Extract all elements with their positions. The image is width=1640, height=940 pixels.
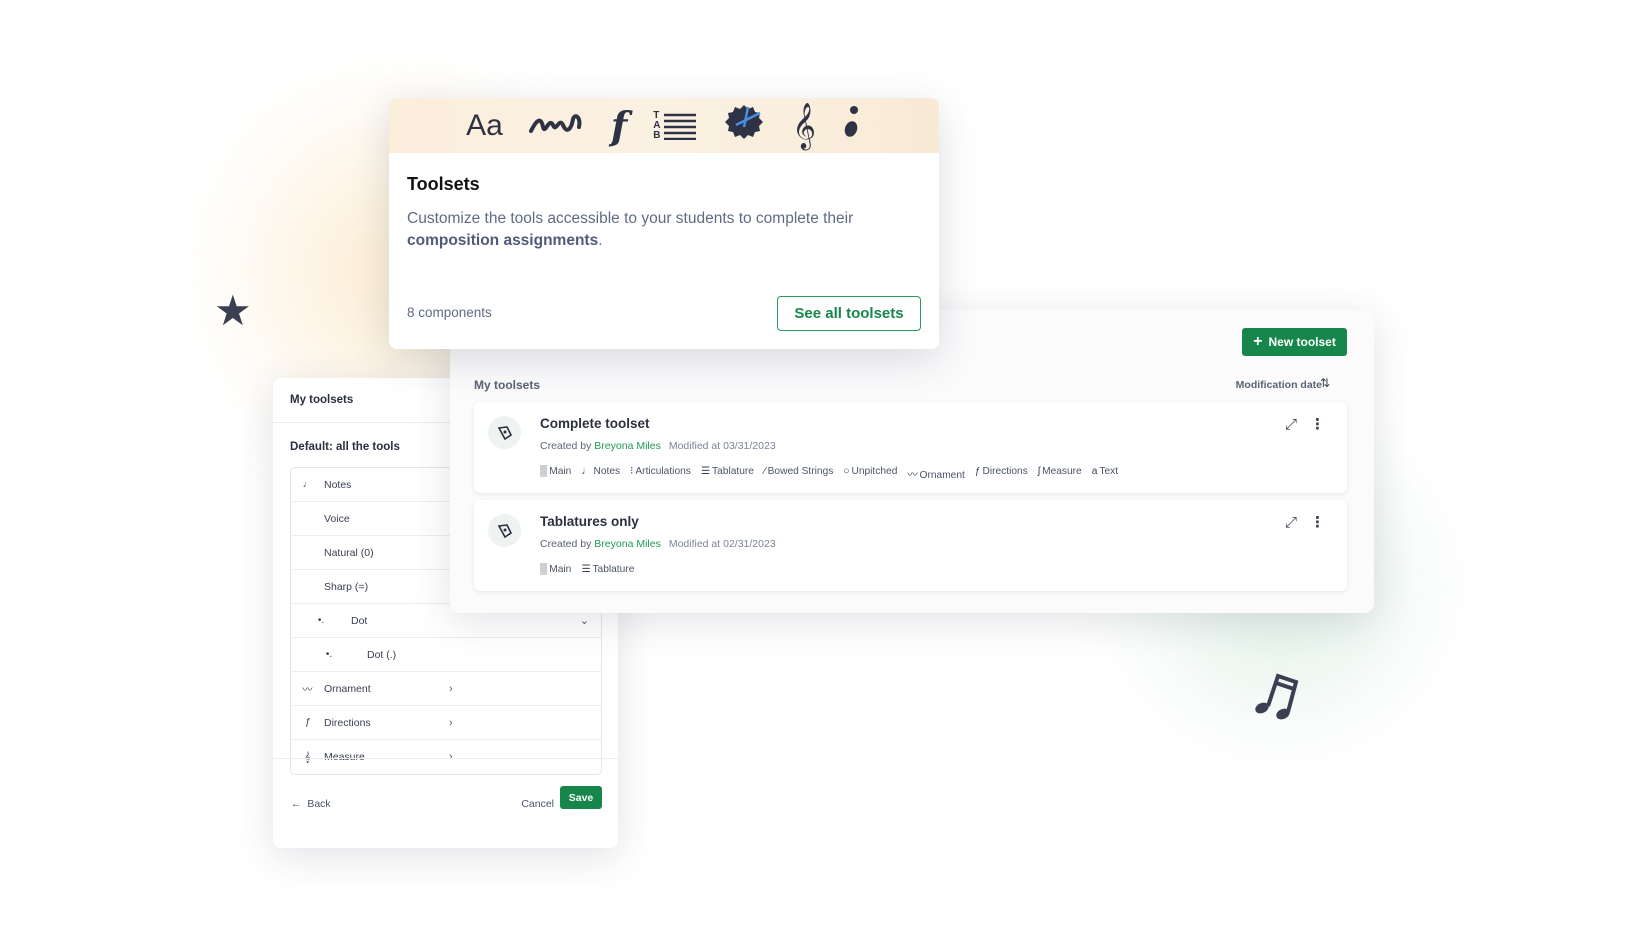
tag: ☰ Tablature	[581, 564, 635, 575]
tablature-icon: ☰	[581, 564, 591, 575]
dot-icon: •.	[325, 649, 333, 660]
row-label: Directions	[324, 716, 371, 729]
toolset-meta: Created by Breyona Miles Modified at 02/3…	[540, 538, 776, 550]
tablature-icon: TAB	[653, 109, 697, 141]
measure-icon: ʃ	[1037, 466, 1041, 477]
section-label: My toolsets	[474, 378, 541, 392]
more-options-icon[interactable]: ⋮	[1310, 415, 1325, 433]
ornament-icon	[528, 109, 585, 142]
sort-icon[interactable]: ⇅	[1320, 376, 1330, 390]
toolset-card[interactable]: Complete toolset Created by Breyona Mile…	[474, 402, 1347, 493]
bowed-strings-icon: ⁄	[763, 466, 766, 477]
tool-row-dot-option[interactable]: •. Dot (.)	[291, 638, 601, 672]
tool-row-directions[interactable]: ƒ Directions ›	[291, 706, 601, 740]
tag-list: ▒ Main ☰ Tablature	[540, 564, 634, 575]
star-icon: ★	[214, 287, 252, 334]
more-options-icon[interactable]: ⋮	[1310, 513, 1325, 531]
tag-list: ▒ Main ♩ Notes ⁝ Articulations ☰ Tablature ⁄…	[540, 466, 1118, 481]
author-link[interactable]: Breyona Miles	[594, 538, 661, 550]
row-label: Sharp (=)	[324, 580, 369, 593]
modified-date: Modified at 02/31/2023	[668, 538, 776, 550]
tag: ƒ Directions	[974, 466, 1028, 477]
row-label: Dot	[351, 614, 368, 627]
arrow-left-icon: ←	[291, 798, 302, 810]
articulation-icon	[842, 105, 862, 146]
row-label: Ornament	[324, 682, 371, 695]
tag: 〰 Ornament	[907, 470, 965, 481]
directions-icon: ƒ	[974, 466, 981, 477]
sort-dropdown[interactable]: Modification date	[1236, 379, 1322, 391]
expand-icon[interactable]: ⤢	[1285, 416, 1297, 433]
save-button[interactable]: Save	[560, 786, 602, 809]
toolsets-panel: + New toolset My toolsets Modification da…	[450, 310, 1374, 613]
unpitched-icon: ○	[843, 466, 850, 477]
row-label: Notes	[324, 478, 352, 491]
author-link[interactable]: Breyona Miles	[594, 440, 661, 452]
tag: ♩ Notes	[581, 466, 621, 477]
pen-nib-icon	[488, 514, 521, 547]
ornament-icon: 〰	[907, 470, 918, 481]
back-label: Back	[307, 798, 331, 810]
tag: ʃ Measure	[1037, 466, 1082, 477]
row-label: Natural (0)	[324, 546, 374, 559]
music-notes-icon	[1250, 668, 1304, 727]
forte-icon: f	[610, 102, 628, 148]
card-description: Customize the tools accessible to your s…	[407, 210, 854, 249]
tool-row-ornament[interactable]: 〰 Ornament ›	[291, 672, 601, 706]
row-label: Dot (.)	[367, 648, 397, 661]
main-icon: ▒	[540, 564, 548, 575]
notes-icon: ♩	[581, 466, 592, 477]
toolset-name: Tablatures only	[540, 514, 639, 529]
tag: ☰ Tablature	[700, 466, 754, 477]
component-count: 8 components	[407, 305, 492, 320]
tablature-icon: ☰	[700, 466, 711, 477]
unpitched-icon	[722, 101, 766, 150]
text-icon: Aa	[466, 108, 503, 142]
tag: ▒ Main	[540, 466, 572, 477]
directions-icon: ƒ	[304, 717, 311, 728]
created-by-label: Created by	[540, 440, 592, 452]
chevron-right-icon[interactable]: ›	[449, 683, 453, 695]
quarter-note-icon: ♩	[302, 479, 313, 490]
see-all-toolsets-button[interactable]: See all toolsets	[777, 296, 921, 331]
chevron-right-icon[interactable]: ›	[449, 717, 453, 729]
tag: ▒ Main	[540, 564, 572, 575]
plus-icon: +	[1253, 333, 1263, 350]
toolset-name: Complete toolset	[540, 416, 650, 431]
articulations-icon: ⁝	[630, 466, 634, 477]
dot-icon: •.	[317, 615, 325, 626]
tag: ⁝ Articulations	[630, 466, 691, 477]
toolsets-intro-card: Aa f TAB 𝄞 Toolsets Customize the tools …	[389, 98, 939, 349]
tag: a Text	[1091, 466, 1119, 477]
editor-footer: ← Back Cancel Save	[273, 758, 618, 848]
tag: ⁄ Bowed Strings	[763, 466, 834, 477]
tag: ○ Unpitched	[843, 466, 898, 477]
row-label: Voice	[324, 512, 350, 525]
text-icon: a	[1091, 466, 1098, 477]
back-button[interactable]: ← Back	[291, 798, 331, 810]
pen-nib-icon	[488, 416, 521, 449]
new-toolset-button[interactable]: + New toolset	[1242, 328, 1347, 356]
treble-clef-icon: 𝄞	[792, 103, 816, 148]
modified-date: Modified at 03/31/2023	[668, 440, 776, 452]
tool-icons-banner: Aa f TAB 𝄞	[389, 98, 939, 153]
card-title: Toolsets	[407, 174, 480, 194]
ornament-icon: 〰	[302, 685, 313, 696]
expand-icon[interactable]: ⤢	[1285, 514, 1297, 531]
created-by-label: Created by	[540, 538, 592, 550]
cancel-button[interactable]: Cancel	[521, 798, 554, 810]
toolset-meta: Created by Breyona Miles Modified at 03/3…	[540, 440, 776, 452]
main-icon: ▒	[540, 466, 548, 477]
toolset-card[interactable]: Tablatures only Created by Breyona Miles…	[474, 500, 1347, 591]
chevron-down-icon[interactable]: ⌄	[580, 614, 589, 627]
new-toolset-label: New toolset	[1268, 335, 1336, 349]
